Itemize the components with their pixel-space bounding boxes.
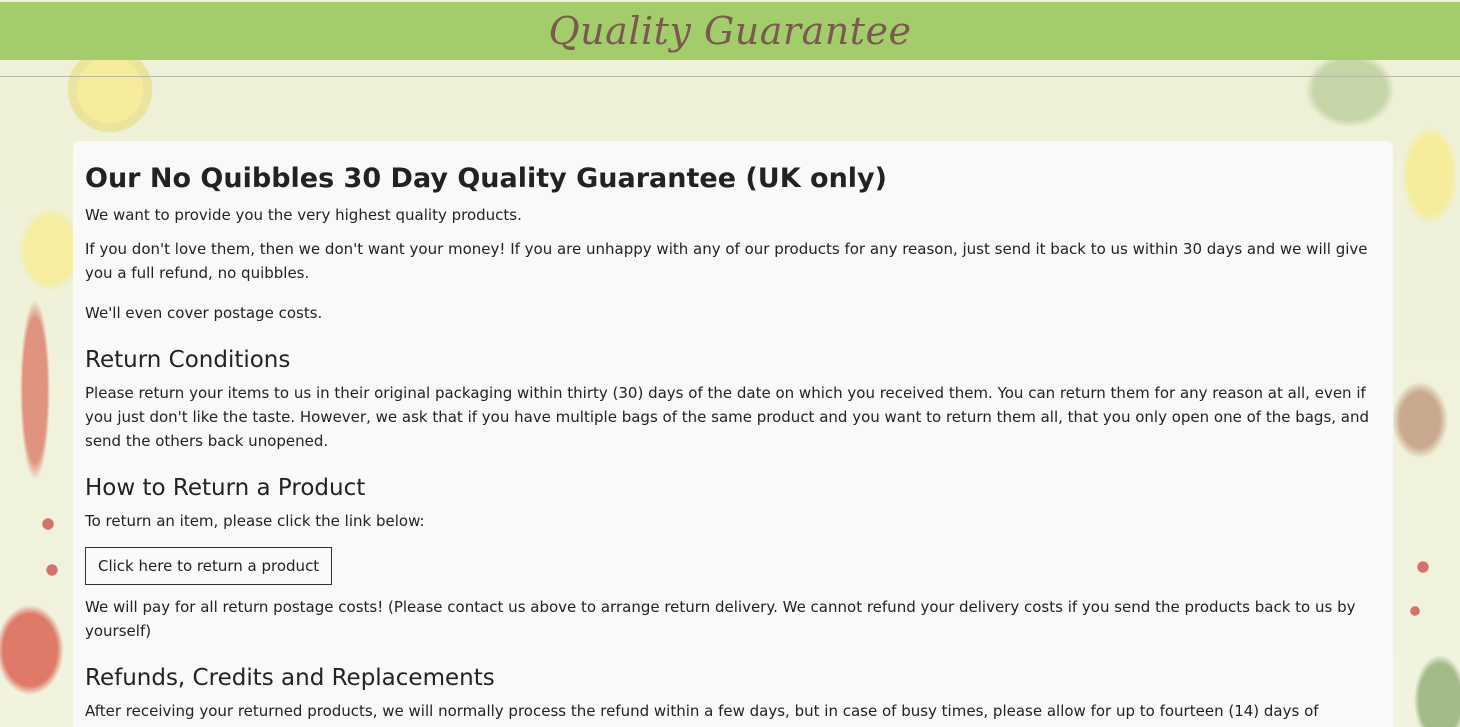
intro-paragraph: We'll even cover postage costs. — [85, 304, 323, 322]
intro-paragraph: We want to provide you the very highest … — [85, 206, 522, 224]
return-product-button[interactable]: Click here to return a product — [85, 547, 333, 585]
guarantee-heading: Our No Quibbles 30 Day Quality Guarantee… — [85, 163, 887, 194]
content-card: Our No Quibbles 30 Day Quality Guarantee… — [73, 141, 1393, 727]
refunds-heading: Refunds, Credits and Replacements — [85, 665, 495, 691]
page-title: Quality Guarantee — [548, 9, 912, 53]
refunds-text: After receiving your returned products, … — [85, 702, 1319, 727]
return-conditions-heading: Return Conditions — [85, 347, 291, 373]
page-header: Quality Guarantee — [0, 2, 1460, 60]
intro-paragraph: If you don't love them, then we don't wa… — [85, 240, 1368, 282]
how-to-return-heading: How to Return a Product — [85, 475, 366, 501]
how-to-return-text: To return an item, please click the link… — [85, 512, 425, 530]
return-postage-note: We will pay for all return postage costs… — [85, 598, 1356, 640]
header-divider — [0, 76, 1460, 77]
return-conditions-text: Please return your items to us in their … — [85, 384, 1370, 450]
